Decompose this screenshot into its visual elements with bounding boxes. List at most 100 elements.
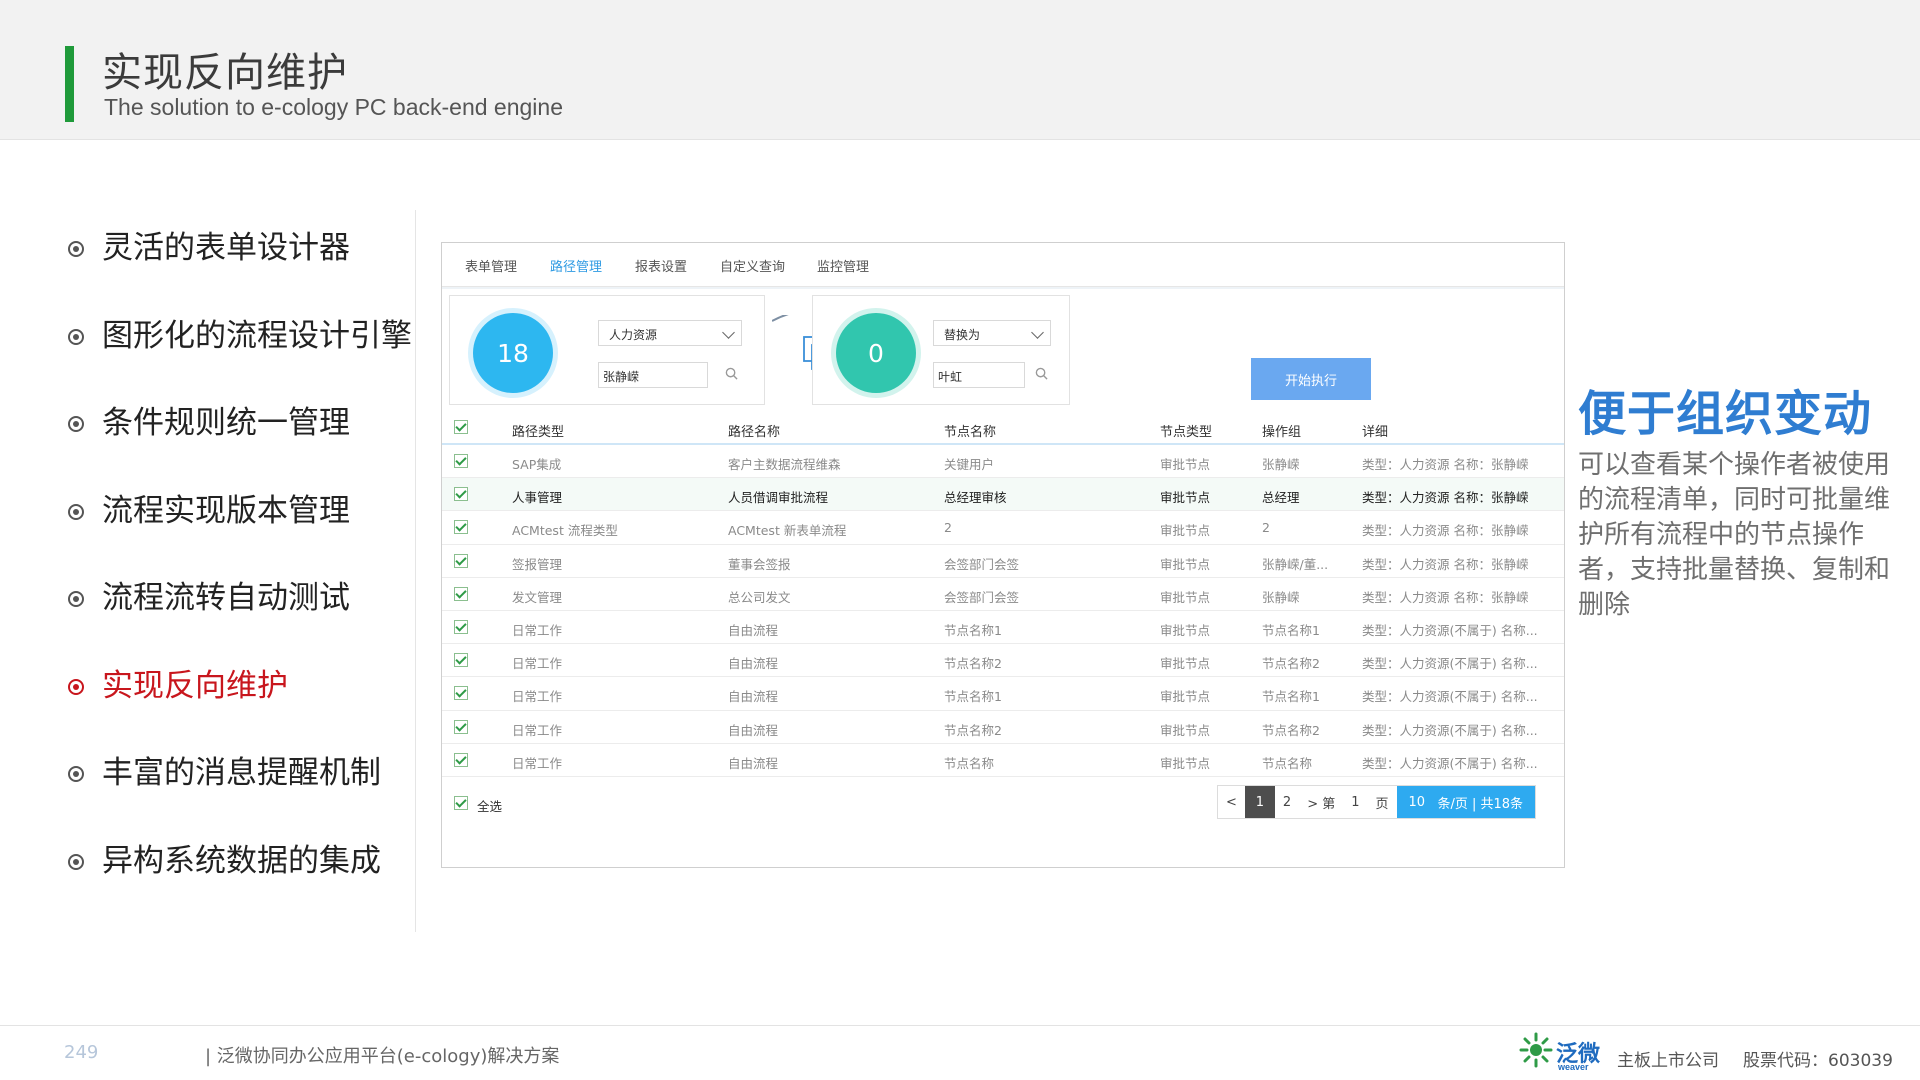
tab-monitor-management[interactable]: 监控管理: [817, 256, 869, 275]
table-row[interactable]: 人事管理 人员借调审批流程 总经理审核 审批节点 总经理 类型：人力资源 名称：张静嵘: [442, 478, 1564, 512]
menu-item-auto-test[interactable]: 流程流转自动测试: [60, 572, 420, 660]
feature-menu: 灵活的表单设计器 图形化的流程设计引擎 条件规则统一管理 流程实现版本管理 流程…: [60, 222, 420, 922]
table-row[interactable]: 日常工作 自由流程 节点名称2 审批节点 节点名称2 类型：人力资源(不属于) 名称...: [442, 644, 1564, 678]
select-all-label: 全选: [477, 799, 503, 814]
table-cell: 审批节点: [1160, 722, 1211, 738]
source-operator-input[interactable]: 张静嵘: [598, 362, 708, 388]
table-cell: 张静嵘: [1262, 589, 1300, 605]
row-checkbox[interactable]: [454, 653, 468, 668]
menu-item-version-management[interactable]: 流程实现版本管理: [60, 485, 420, 573]
menu-item-form-designer[interactable]: 灵活的表单设计器: [60, 222, 420, 310]
menu-item-label: 流程实现版本管理: [102, 492, 350, 529]
row-checkbox[interactable]: [454, 686, 468, 701]
table-cell: 类型：人力资源 名称：张静嵘: [1362, 556, 1529, 572]
row-checkbox[interactable]: [454, 619, 468, 634]
tab-path-management[interactable]: 路径管理: [550, 256, 602, 275]
row-checkbox[interactable]: [454, 520, 468, 535]
table-cell: 自由流程: [728, 755, 779, 771]
select-all-checkbox[interactable]: [454, 796, 468, 810]
tab-report-settings[interactable]: 报表设置: [635, 256, 687, 275]
table-cell: 会签部门会签: [944, 589, 1020, 605]
target-action-value: 替换为: [944, 328, 981, 342]
table-cell: 签报管理: [512, 556, 563, 572]
menu-item-message-reminder[interactable]: 丰富的消息提醒机制: [60, 747, 420, 835]
table-cell: 审批节点: [1160, 457, 1211, 472]
bullet-icon: [68, 241, 84, 257]
table-cell: SAP集成: [512, 457, 562, 472]
source-type-select[interactable]: 人力资源: [598, 320, 742, 346]
target-operator-input[interactable]: 叶虹: [933, 362, 1025, 388]
table-cell: 审批节点: [1160, 689, 1211, 705]
table-row[interactable]: 日常工作 自由流程 节点名称1 审批节点 节点名称1 类型：人力资源(不属于) 名称...: [442, 611, 1564, 645]
table-cell: 类型：人力资源(不属于) 名称...: [1362, 656, 1538, 672]
table-row[interactable]: 日常工作 自由流程 节点名称 审批节点 节点名称 类型：人力资源(不属于) 名称...: [442, 744, 1564, 777]
table-cell: 类型：人力资源 名称：张静嵘: [1362, 589, 1529, 605]
pager-next-button[interactable]: > 第: [1299, 786, 1343, 818]
footer-divider: [0, 1025, 1920, 1026]
page-subtitle: The solution to e-cology PC back-end eng…: [104, 94, 564, 120]
select-all-checkbox[interactable]: [454, 420, 468, 434]
row-checkbox[interactable]: [454, 719, 468, 734]
column-header: 节点类型: [1160, 425, 1213, 440]
row-checkbox[interactable]: [454, 586, 468, 601]
table-cell: 类型：人力资源(不属于) 名称...: [1362, 622, 1538, 638]
source-count-badge: 18: [473, 313, 553, 393]
table-cell: 节点名称: [1262, 755, 1313, 771]
menu-item-label: 异构系统数据的集成: [102, 842, 381, 879]
pager-jump-input[interactable]: 1: [1343, 786, 1367, 818]
tab-form-management[interactable]: 表单管理: [465, 256, 517, 275]
pager-page-2[interactable]: 2: [1275, 786, 1299, 818]
pager-size-select[interactable]: 10 条/页 | 共18条: [1396, 786, 1536, 818]
table-cell: 审批节点: [1160, 622, 1211, 638]
table-cell: 节点名称1: [944, 622, 1002, 638]
table-row[interactable]: 签报管理 董事会签报 会签部门会签 审批节点 张静嵘/董... 类型：人力资源 名称：张静…: [442, 545, 1564, 578]
company-label: 主板上市公司: [1617, 1051, 1719, 1071]
pager-prev-button[interactable]: <: [1218, 786, 1245, 818]
menu-item-reverse-maintenance[interactable]: 实现反向维护: [60, 660, 420, 748]
row-checkbox[interactable]: [454, 454, 468, 468]
row-checkbox[interactable]: [454, 553, 468, 568]
table-cell: 自由流程: [728, 622, 779, 638]
table-row[interactable]: ACMtest 流程类型 ACMtest 新表单流程 2 审批节点 2 类型：人力资源 名…: [442, 511, 1564, 545]
table-cell: 2: [944, 520, 952, 536]
source-operator-panel: 18 人力资源 张静嵘: [449, 295, 765, 405]
table-cell: 节点名称1: [1262, 622, 1320, 638]
menu-item-data-integration[interactable]: 异构系统数据的集成: [60, 835, 420, 923]
table-row[interactable]: 日常工作 自由流程 节点名称2 审批节点 节点名称2 类型：人力资源(不属于) 名称...: [442, 711, 1564, 744]
table-cell: 人员借调审批流程: [728, 490, 829, 506]
menu-item-flow-engine[interactable]: 图形化的流程设计引擎: [60, 310, 420, 398]
row-checkbox[interactable]: [454, 752, 468, 767]
pager-page-1[interactable]: 1: [1244, 786, 1275, 818]
bullet-icon: [68, 678, 84, 695]
table-cell: 类型：人力资源 名称：张静嵘: [1362, 523, 1529, 539]
tab-custom-query[interactable]: 自定义查询: [720, 256, 785, 275]
bullet-icon: [68, 853, 84, 870]
table-row[interactable]: 发文管理 总公司发文 会签部门会签 审批节点 张静嵘 类型：人力资源 名称：张静嵘: [442, 578, 1564, 611]
table-row[interactable]: SAP集成 客户主数据流程维森 关键用户 审批节点 张静嵘 类型：人力资源 名称：张静嵘: [442, 445, 1564, 479]
table-cell: 审批节点: [1160, 656, 1211, 672]
search-icon[interactable]: [725, 367, 738, 380]
table-cell: 张静嵘/董...: [1262, 556, 1329, 572]
search-icon[interactable]: [1035, 367, 1048, 380]
start-execute-button[interactable]: 开始执行: [1251, 358, 1371, 400]
table-cell: 审批节点: [1160, 490, 1211, 506]
target-action-select[interactable]: 替换为: [933, 320, 1051, 346]
menu-item-condition-rules[interactable]: 条件规则统一管理: [60, 397, 420, 485]
table-cell: 节点名称2: [1262, 656, 1320, 672]
bullet-icon: [68, 591, 84, 607]
column-header: 节点名称: [944, 425, 997, 440]
menu-item-label: 流程流转自动测试: [102, 580, 350, 616]
table-cell: 类型：人力资源(不属于) 名称...: [1362, 755, 1538, 771]
row-checkbox[interactable]: [454, 487, 468, 502]
table-row[interactable]: 日常工作 自由流程 节点名称1 审批节点 节点名称1 类型：人力资源(不属于) 名称...: [442, 677, 1564, 711]
footer-caption: | 泛微协同办公应用平台(e-cology)解决方案: [205, 1046, 560, 1067]
table-cell: 节点名称2: [944, 656, 1002, 672]
table-header: 路径类型 路径名称 节点名称 节点类型 操作组 详细: [442, 411, 1564, 445]
menu-item-label: 实现反向维护: [102, 667, 288, 704]
page-title: 实现反向维护: [102, 50, 348, 96]
table-cell: 节点名称2: [1262, 722, 1320, 738]
chevron-down-icon: [722, 326, 735, 339]
table-cell: ACMtest 新表单流程: [728, 523, 847, 539]
menu-item-label: 条件规则统一管理: [102, 405, 350, 441]
menu-item-label: 丰富的消息提醒机制: [102, 755, 381, 791]
